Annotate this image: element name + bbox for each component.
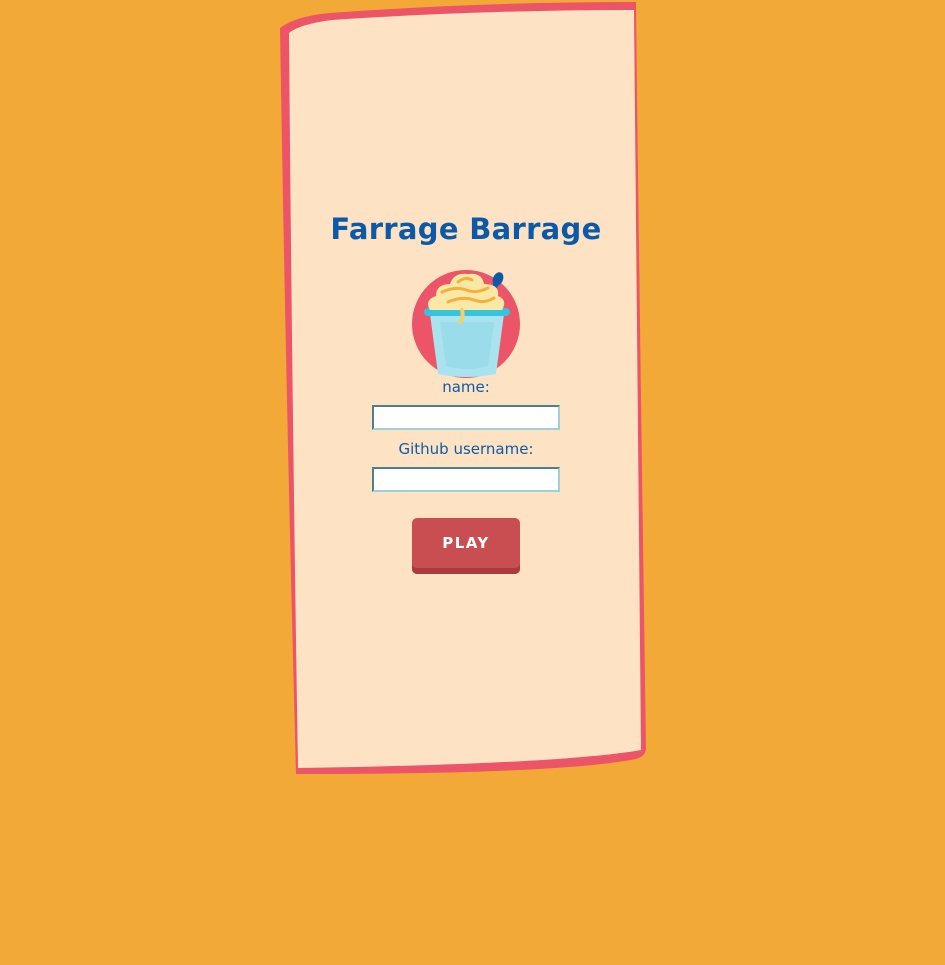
play-button[interactable]: PLAY <box>412 518 520 574</box>
page: Farrage Barrage name: Github username: P… <box>0 0 945 965</box>
app-title: Farrage Barrage <box>330 212 602 246</box>
login-form: Farrage Barrage name: Github username: P… <box>290 206 642 574</box>
name-input[interactable] <box>372 405 560 430</box>
ice-cream-cup-icon <box>412 270 520 378</box>
name-label: name: <box>442 378 490 396</box>
github-username-input[interactable] <box>372 467 560 492</box>
github-username-label: Github username: <box>398 440 534 458</box>
